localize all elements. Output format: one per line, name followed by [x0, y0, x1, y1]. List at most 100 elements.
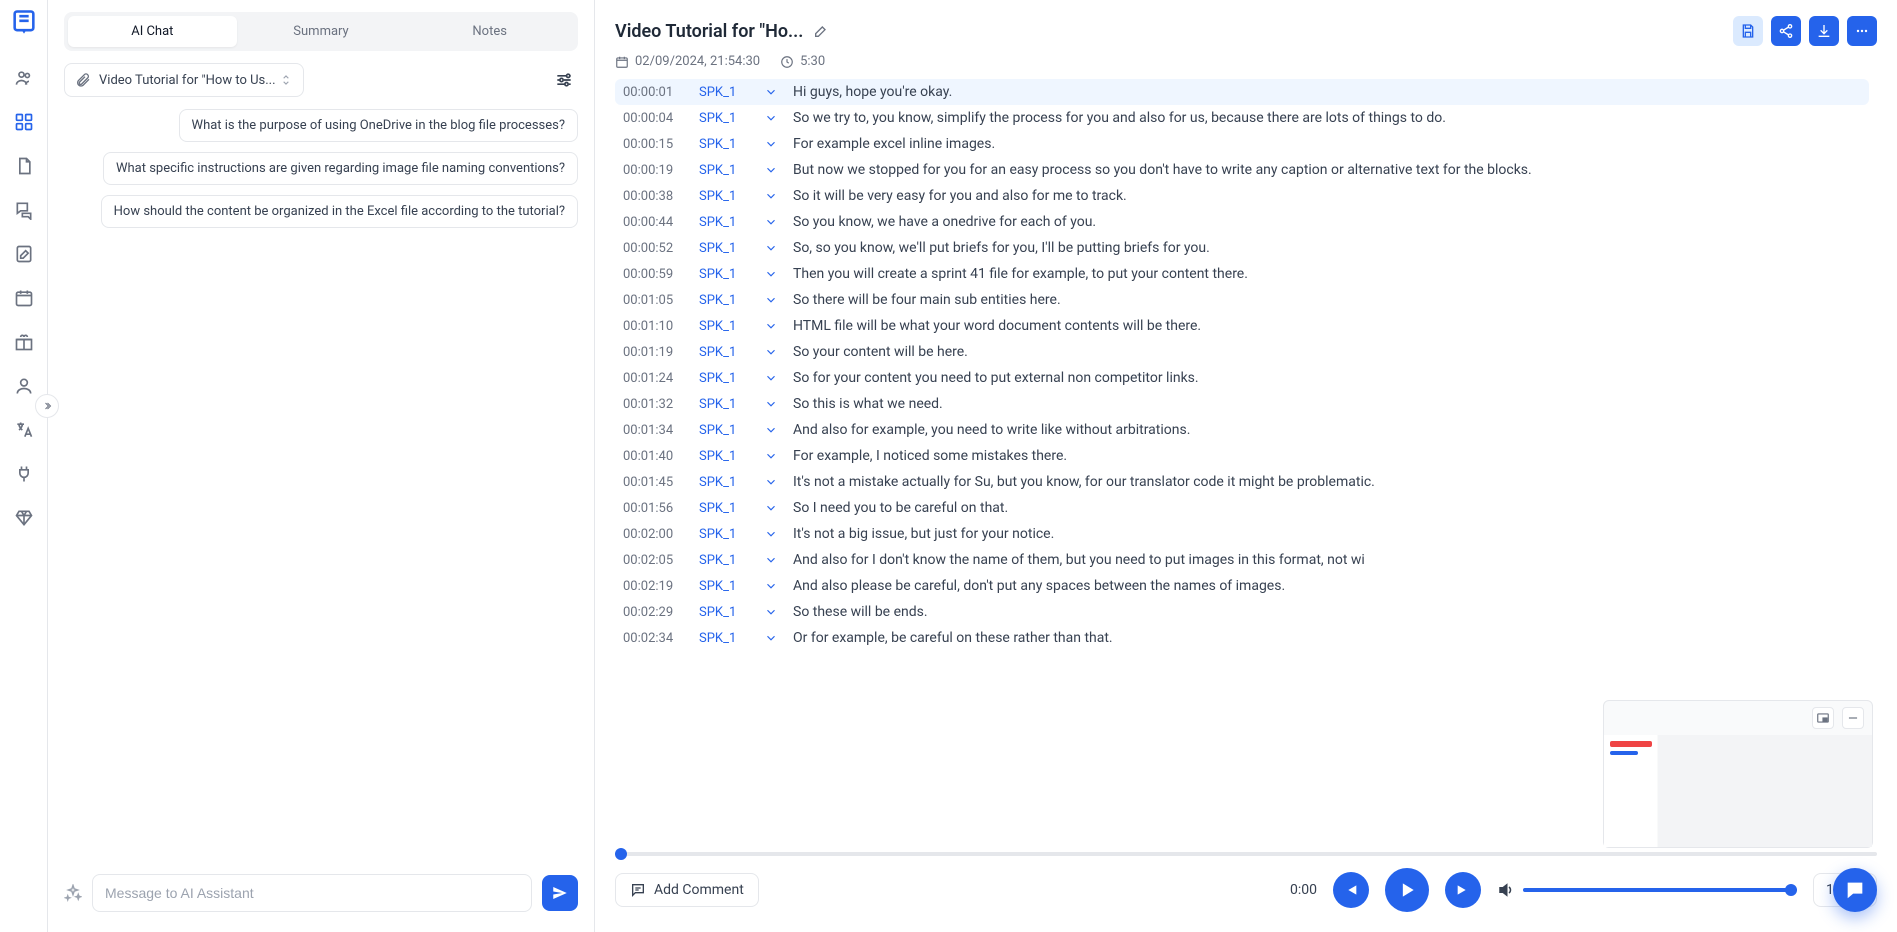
transcript-speaker[interactable]: SPK_1 [699, 111, 749, 126]
transcript-speaker[interactable]: SPK_1 [699, 423, 749, 438]
transcript-speaker[interactable]: SPK_1 [699, 579, 749, 594]
chevron-down-icon[interactable] [763, 293, 779, 307]
transcript-row[interactable]: 00:01:19SPK_1So your content will be her… [615, 339, 1869, 365]
chat-icon[interactable] [14, 200, 34, 220]
translate-icon[interactable] [14, 420, 34, 440]
transcript-speaker[interactable]: SPK_1 [699, 319, 749, 334]
suggestion-chip[interactable]: What is the purpose of using OneDrive in… [179, 109, 578, 142]
gift-icon[interactable] [14, 332, 34, 352]
document-icon[interactable] [14, 156, 34, 176]
suggestion-chip[interactable]: How should the content be organized in t… [101, 195, 578, 228]
transcript-row[interactable]: 00:00:15SPK_1For example excel inline im… [615, 131, 1869, 157]
transcript-speaker[interactable]: SPK_1 [699, 215, 749, 230]
transcript-speaker[interactable]: SPK_1 [699, 345, 749, 360]
transcript-speaker[interactable]: SPK_1 [699, 605, 749, 620]
chevron-down-icon[interactable] [763, 111, 779, 125]
transcript-row[interactable]: 00:01:10SPK_1HTML file will be what your… [615, 313, 1869, 339]
transcript-speaker[interactable]: SPK_1 [699, 137, 749, 152]
chevron-down-icon[interactable] [763, 371, 779, 385]
chevron-down-icon[interactable] [763, 345, 779, 359]
transcript-row[interactable]: 00:02:34SPK_1Or for example, be careful … [615, 625, 1869, 651]
people-icon[interactable] [14, 68, 34, 88]
transcript-row[interactable]: 00:01:32SPK_1So this is what we need. [615, 391, 1869, 417]
transcript-row[interactable]: 00:00:04SPK_1So we try to, you know, sim… [615, 105, 1869, 131]
transcript-row[interactable]: 00:00:59SPK_1Then you will create a spri… [615, 261, 1869, 287]
chevron-down-icon[interactable] [763, 423, 779, 437]
transcript-row[interactable]: 00:02:19SPK_1And also please be careful,… [615, 573, 1869, 599]
chevron-down-icon[interactable] [763, 553, 779, 567]
edit-title-icon[interactable] [813, 23, 829, 39]
user-icon[interactable] [14, 376, 34, 396]
tab-notes[interactable]: Notes [405, 16, 574, 47]
transcript-row[interactable]: 00:00:01SPK_1Hi guys, hope you're okay. [615, 79, 1869, 105]
calendar-icon[interactable] [14, 288, 34, 308]
chevron-down-icon[interactable] [763, 501, 779, 515]
chevron-down-icon[interactable] [763, 449, 779, 463]
tab-ai-chat[interactable]: AI Chat [68, 16, 237, 47]
minimize-button[interactable] [1842, 707, 1864, 729]
transcript-row[interactable]: 00:02:00SPK_1It's not a big issue, but j… [615, 521, 1869, 547]
volume-icon[interactable] [1497, 881, 1515, 899]
progress-bar[interactable] [615, 852, 1877, 856]
transcript-row[interactable]: 00:02:05SPK_1And also for I don't know t… [615, 547, 1869, 573]
transcript-row[interactable]: 00:00:19SPK_1But now we stopped for you … [615, 157, 1869, 183]
send-button[interactable] [542, 875, 578, 911]
tab-summary[interactable]: Summary [237, 16, 406, 47]
transcript-speaker[interactable]: SPK_1 [699, 267, 749, 282]
transcript-row[interactable]: 00:01:40SPK_1For example, I noticed some… [615, 443, 1869, 469]
chevron-down-icon[interactable] [763, 397, 779, 411]
transcript-row[interactable]: 00:01:24SPK_1So for your content you nee… [615, 365, 1869, 391]
transcript-row[interactable]: 00:01:45SPK_1It's not a mistake actually… [615, 469, 1869, 495]
transcript-speaker[interactable]: SPK_1 [699, 631, 749, 646]
transcript-speaker[interactable]: SPK_1 [699, 449, 749, 464]
transcript-row[interactable]: 00:01:05SPK_1So there will be four main … [615, 287, 1869, 313]
chevron-down-icon[interactable] [763, 631, 779, 645]
volume-handle[interactable] [1785, 884, 1797, 896]
file-select[interactable]: Video Tutorial for "How to Us... [64, 63, 304, 97]
chevron-down-icon[interactable] [763, 189, 779, 203]
chevron-down-icon[interactable] [763, 605, 779, 619]
volume-slider[interactable] [1523, 888, 1797, 892]
chevron-down-icon[interactable] [763, 137, 779, 151]
transcript-speaker[interactable]: SPK_1 [699, 527, 749, 542]
transcript-speaker[interactable]: SPK_1 [699, 501, 749, 516]
next-button[interactable] [1445, 872, 1481, 908]
pip-button[interactable] [1812, 707, 1834, 729]
transcript-speaker[interactable]: SPK_1 [699, 293, 749, 308]
chat-input[interactable] [92, 874, 532, 912]
edit-icon[interactable] [14, 244, 34, 264]
progress-handle[interactable] [615, 848, 627, 860]
diamond-icon[interactable] [14, 508, 34, 528]
transcript-speaker[interactable]: SPK_1 [699, 85, 749, 100]
transcript-speaker[interactable]: SPK_1 [699, 241, 749, 256]
transcript-speaker[interactable]: SPK_1 [699, 553, 749, 568]
download-button[interactable] [1809, 16, 1839, 46]
transcript-speaker[interactable]: SPK_1 [699, 189, 749, 204]
expand-rail-button[interactable] [35, 394, 59, 418]
chevron-down-icon[interactable] [763, 579, 779, 593]
chevron-down-icon[interactable] [763, 163, 779, 177]
transcript-speaker[interactable]: SPK_1 [699, 163, 749, 178]
chevron-down-icon[interactable] [763, 85, 779, 99]
transcript-speaker[interactable]: SPK_1 [699, 397, 749, 412]
transcript-row[interactable]: 00:00:44SPK_1So you know, we have a oned… [615, 209, 1869, 235]
chevron-down-icon[interactable] [763, 319, 779, 333]
chevron-down-icon[interactable] [763, 527, 779, 541]
video-thumbnail-body[interactable] [1604, 735, 1872, 847]
add-comment-button[interactable]: Add Comment [615, 873, 759, 907]
play-button[interactable] [1385, 868, 1429, 912]
chevron-down-icon[interactable] [763, 241, 779, 255]
transcript-row[interactable]: 00:02:29SPK_1So these will be ends. [615, 599, 1869, 625]
chevron-down-icon[interactable] [763, 215, 779, 229]
save-button[interactable] [1733, 16, 1763, 46]
transcript-row[interactable]: 00:00:38SPK_1So it will be very easy for… [615, 183, 1869, 209]
chevron-down-icon[interactable] [763, 267, 779, 281]
transcript-row[interactable]: 00:01:34SPK_1And also for example, you n… [615, 417, 1869, 443]
chevron-down-icon[interactable] [763, 475, 779, 489]
grid-icon[interactable] [14, 112, 34, 132]
suggestion-chip[interactable]: What specific instructions are given reg… [103, 152, 578, 185]
transcript-speaker[interactable]: SPK_1 [699, 371, 749, 386]
prev-button[interactable] [1333, 872, 1369, 908]
share-button[interactable] [1771, 16, 1801, 46]
filter-button[interactable] [550, 66, 578, 94]
